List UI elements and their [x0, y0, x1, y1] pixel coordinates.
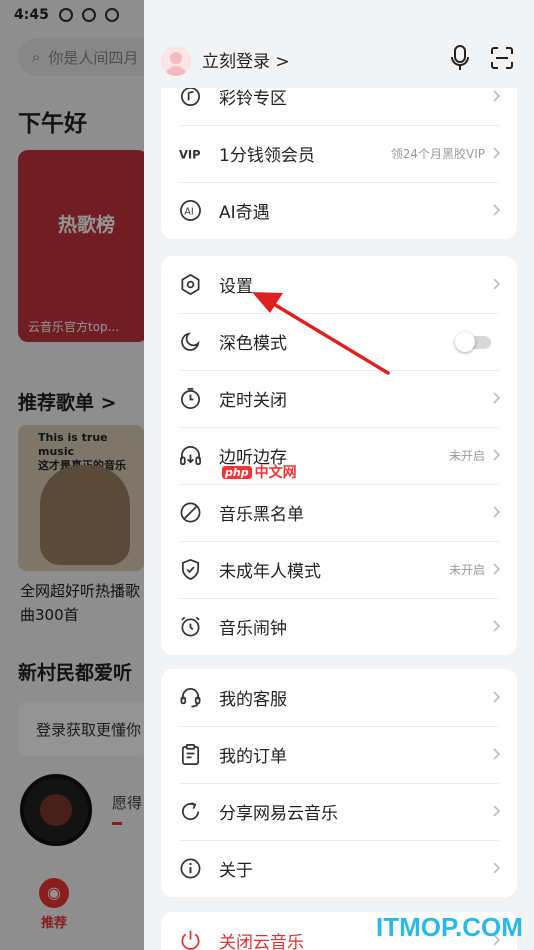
menu-item-vip[interactable]: VIP 1分钱领会员 领24个月黑胶VIP	[161, 125, 517, 182]
menu-item-sleep-timer[interactable]: 定时关闭	[161, 370, 517, 427]
blocklist-icon	[180, 502, 201, 523]
chevron-right-icon	[493, 691, 501, 703]
menu-item-hint: 领24个月黑胶VIP	[390, 147, 485, 161]
menu-item-alarm[interactable]: 音乐闹钟	[161, 598, 517, 655]
chevron-right-icon	[493, 506, 501, 518]
php-watermark: php 中文网	[222, 462, 297, 482]
menu-item-label: 关闭云音乐	[219, 933, 304, 950]
chevron-right-icon	[493, 862, 501, 874]
svg-text:AI: AI	[184, 206, 193, 217]
side-drawer: 立刻登录 > 彩铃专区 VIP 1分钱领会员 领24个月黑胶VIP AI AI奇…	[144, 0, 534, 950]
share-icon	[181, 802, 200, 821]
menu-item-about[interactable]: 关于	[161, 840, 517, 897]
shield-icon	[181, 558, 200, 581]
menu-item-label: 我的订单	[219, 747, 287, 767]
chevron-right-icon	[493, 278, 501, 290]
svg-text:VIP: VIP	[179, 147, 201, 161]
avatar[interactable]	[161, 46, 191, 76]
ringtone-icon	[181, 87, 200, 106]
menu-item-label: 1分钱领会员	[219, 146, 315, 166]
menu-item-share[interactable]: 分享网易云音乐	[161, 783, 517, 840]
dark-mode-toggle[interactable]	[455, 332, 493, 352]
menu-item-blocklist[interactable]: 音乐黑名单	[161, 484, 517, 541]
chevron-right-icon	[493, 620, 501, 632]
menu-item-ai[interactable]: AI AI奇遇	[161, 182, 517, 239]
menu-item-hint: 未开启	[448, 449, 485, 463]
toggle-knob	[455, 332, 475, 352]
alarm-icon	[181, 616, 200, 637]
menu-item-orders[interactable]: 我的订单	[161, 726, 517, 783]
headset-icon	[180, 688, 201, 708]
dark-mode-icon	[181, 332, 200, 351]
chevron-right-icon	[493, 392, 501, 404]
ai-icon: AI	[180, 200, 201, 221]
menu-item-label: 音乐闹钟	[219, 619, 287, 639]
microphone-icon[interactable]	[450, 44, 470, 72]
menu-group-settings: 设置 深色模式 定时关闭 边听边存 未开启 音乐黑名单 未成年人模式 未开启 音…	[161, 256, 517, 655]
chevron-right-icon	[493, 449, 501, 461]
php-watermark-text: 中文网	[254, 465, 297, 481]
menu-item-label: 关于	[219, 861, 253, 881]
menu-item-label: 设置	[219, 277, 253, 297]
menu-item-label: 未成年人模式	[219, 562, 321, 582]
menu-item-label: 分享网易云音乐	[219, 804, 338, 824]
menu-group-features: 彩铃专区 VIP 1分钱领会员 领24个月黑胶VIP AI AI奇遇	[161, 68, 517, 239]
menu-item-label: AI奇遇	[219, 203, 270, 223]
itmop-watermark: ITMOP.COM	[376, 912, 523, 942]
chevron-right-icon	[493, 90, 501, 102]
chevron-right-icon	[493, 204, 501, 216]
timer-icon	[181, 388, 200, 409]
php-badge: php	[222, 465, 252, 479]
vip-icon: VIP	[179, 147, 201, 161]
menu-item-settings[interactable]: 设置	[161, 256, 517, 313]
info-icon	[180, 858, 201, 879]
menu-item-customer-service[interactable]: 我的客服	[161, 669, 517, 726]
menu-item-hint: 未开启	[448, 563, 485, 577]
power-icon	[181, 930, 200, 950]
login-button[interactable]: 立刻登录 >	[202, 47, 290, 72]
menu-item-label: 深色模式	[219, 334, 287, 354]
headphone-cache-icon	[180, 446, 201, 465]
chevron-right-icon	[493, 563, 501, 575]
menu-group-support: 我的客服 我的订单 分享网易云音乐 关于	[161, 669, 517, 897]
menu-item-label: 定时关闭	[219, 391, 287, 411]
chevron-right-icon	[493, 147, 501, 159]
chevron-right-icon	[493, 805, 501, 817]
menu-item-label: 音乐黑名单	[219, 505, 304, 525]
menu-item-label: 我的客服	[219, 690, 287, 710]
menu-item-listen-save[interactable]: 边听边存 未开启	[161, 427, 517, 484]
menu-item-dark-mode[interactable]: 深色模式	[161, 313, 517, 370]
order-icon	[181, 744, 200, 765]
chevron-right-icon	[493, 748, 501, 760]
menu-item-minor-mode[interactable]: 未成年人模式 未开启	[161, 541, 517, 598]
settings-icon	[181, 274, 200, 295]
drawer-header: 立刻登录 >	[144, 30, 534, 88]
scan-icon[interactable]	[490, 46, 514, 70]
